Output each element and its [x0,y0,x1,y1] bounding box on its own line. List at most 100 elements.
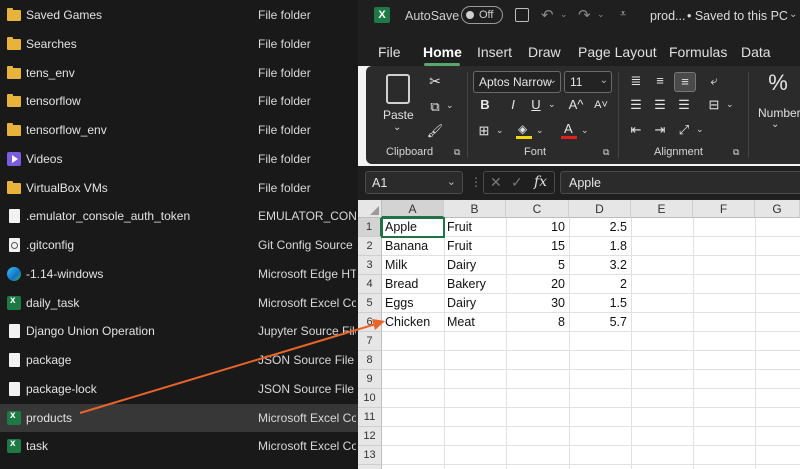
table-cell[interactable]: 3.2 [569,256,627,275]
row-header[interactable]: 3 [358,256,382,275]
row-header[interactable]: 6 [358,313,382,332]
row-header[interactable]: 11 [358,408,382,427]
redo-dropdown-icon[interactable]: ⌄ [597,9,605,20]
tab-home[interactable]: Home [423,44,462,60]
file-list-item[interactable]: Videos File folder [0,145,358,174]
table-cell[interactable]: Milk [385,256,407,275]
fill-color-icon[interactable]: ◈ [516,122,532,139]
undo-dropdown-icon[interactable]: ⌄ [560,9,568,20]
align-top-icon[interactable]: ≣ [628,72,644,90]
table-cell[interactable]: 5 [506,256,565,275]
table-cell[interactable]: 8 [506,313,565,332]
file-list-item[interactable]: Django Union Operation Jupyter Source Fil… [0,317,358,346]
tab-data[interactable]: Data [741,44,771,60]
column-header[interactable]: D [569,200,631,218]
table-cell[interactable]: Dairy [447,294,476,313]
underline-dropdown-icon[interactable]: ⌄ [548,99,556,110]
copy-dropdown-icon[interactable]: ⌄ [446,100,454,111]
table-cell[interactable]: 30 [506,294,565,313]
tab-file[interactable]: File [378,44,401,60]
spreadsheet-grid[interactable]: ABCDEFG1234567891011121314AppleFruit102.… [358,200,800,469]
confirm-entry-icon[interactable]: ✓ [511,174,523,191]
orientation-icon[interactable]: ⤢ [676,121,692,139]
cancel-entry-icon[interactable]: ✕ [490,174,502,191]
table-cell[interactable]: Banana [385,237,428,256]
file-list-item[interactable]: Saved Games File folder [0,1,358,30]
row-header[interactable]: 14 [358,465,382,469]
tab-formulas[interactable]: Formulas [669,44,727,60]
row-header[interactable]: 7 [358,332,382,351]
merge-dropdown-icon[interactable]: ⌄ [726,99,734,110]
row-header[interactable]: 8 [358,351,382,370]
column-header[interactable]: F [693,200,755,218]
select-all-corner[interactable] [358,200,382,218]
table-cell[interactable]: 1.8 [569,237,627,256]
row-header[interactable]: 4 [358,275,382,294]
tab-draw[interactable]: Draw [528,44,561,60]
table-cell[interactable]: Fruit [447,218,472,237]
file-list-item[interactable]: daily_task Microsoft Excel Co... [0,289,358,318]
column-header[interactable]: E [631,200,693,218]
table-cell[interactable]: Eggs [385,294,414,313]
percent-icon[interactable]: % [764,70,792,96]
insert-function-icon[interactable]: fx [534,174,547,190]
align-bottom-icon[interactable]: ≡ [674,72,696,92]
column-header[interactable]: A [382,200,444,218]
row-header[interactable]: 1 [358,218,382,237]
file-list-item[interactable]: package-lock JSON Source File [0,375,358,404]
orientation-dropdown-icon[interactable]: ⌄ [696,124,704,135]
cut-icon[interactable]: ✂ [426,72,444,90]
file-list-item[interactable]: tensorflow File folder [0,87,358,116]
wrap-text-icon[interactable]: ⤶ [706,72,722,90]
column-header[interactable]: B [444,200,506,218]
fill-color-dropdown-icon[interactable]: ⌄ [536,125,544,136]
table-cell[interactable]: Meat [447,313,475,332]
row-header[interactable]: 12 [358,427,382,446]
table-cell[interactable]: 1.5 [569,294,627,313]
redo-icon[interactable]: ↷ [578,6,591,24]
save-icon[interactable] [515,8,529,22]
align-center-icon[interactable]: ☰ [652,96,668,114]
font-size-dropdown-icon[interactable]: ⌄ [600,75,608,86]
clipboard-icon[interactable] [386,74,410,104]
font-size-box[interactable]: 11 ⌄ [564,71,612,93]
table-cell[interactable]: 15 [506,237,565,256]
file-list-item[interactable]: -1.14-windows Microsoft Edge HT... [0,260,358,289]
formula-input[interactable]: Apple [560,171,800,194]
table-cell[interactable]: Chicken [385,313,430,332]
merge-center-icon[interactable]: ⊟ [706,96,722,114]
row-header[interactable]: 10 [358,389,382,408]
tab-page-layout[interactable]: Page Layout [578,44,657,60]
font-name-dropdown-icon[interactable]: ⌄ [549,75,557,86]
font-color-dropdown-icon[interactable]: ⌄ [581,125,589,136]
decrease-font-size-button[interactable]: A˅ [591,96,611,114]
font-color-icon[interactable]: A [561,121,577,139]
number-dropdown-icon[interactable]: ⌄ [771,119,779,130]
font-name-box[interactable]: Aptos Narrow ⌄ [473,71,561,93]
align-right-icon[interactable]: ☰ [676,96,692,114]
italic-button[interactable]: I [506,96,520,114]
alignment-dialog-launcher-icon[interactable]: ⧉ [733,147,739,158]
file-list-item[interactable]: task Microsoft Excel Co... [0,432,358,461]
name-box-dropdown-icon[interactable]: ⌄ [447,175,456,188]
borders-icon[interactable]: ⊞ [476,122,492,140]
align-left-icon[interactable]: ☰ [628,96,644,114]
borders-dropdown-icon[interactable]: ⌄ [496,125,504,136]
table-cell[interactable]: Bakery [447,275,486,294]
copy-icon[interactable]: ⧉ [426,98,444,116]
name-box[interactable]: A1 ⌄ [365,171,463,194]
file-list-item[interactable]: .gitconfig Git Config Source ... [0,231,358,260]
table-cell[interactable]: 5.7 [569,313,627,332]
table-cell[interactable]: 10 [506,218,565,237]
row-header[interactable]: 9 [358,370,382,389]
table-cell[interactable]: Dairy [447,256,476,275]
table-cell[interactable]: 2.5 [569,218,627,237]
file-list-item[interactable]: Searches File folder [0,30,358,59]
file-list-item[interactable]: .emulator_console_auth_token EMULATOR_CON… [0,202,358,231]
file-list-item[interactable]: VirtualBox VMs File folder [0,174,358,203]
table-cell[interactable]: 20 [506,275,565,294]
clipboard-dialog-launcher-icon[interactable]: ⧉ [454,147,460,158]
row-header[interactable]: 13 [358,446,382,465]
autosave-toggle[interactable]: Off [461,6,503,24]
table-cell[interactable]: Fruit [447,237,472,256]
